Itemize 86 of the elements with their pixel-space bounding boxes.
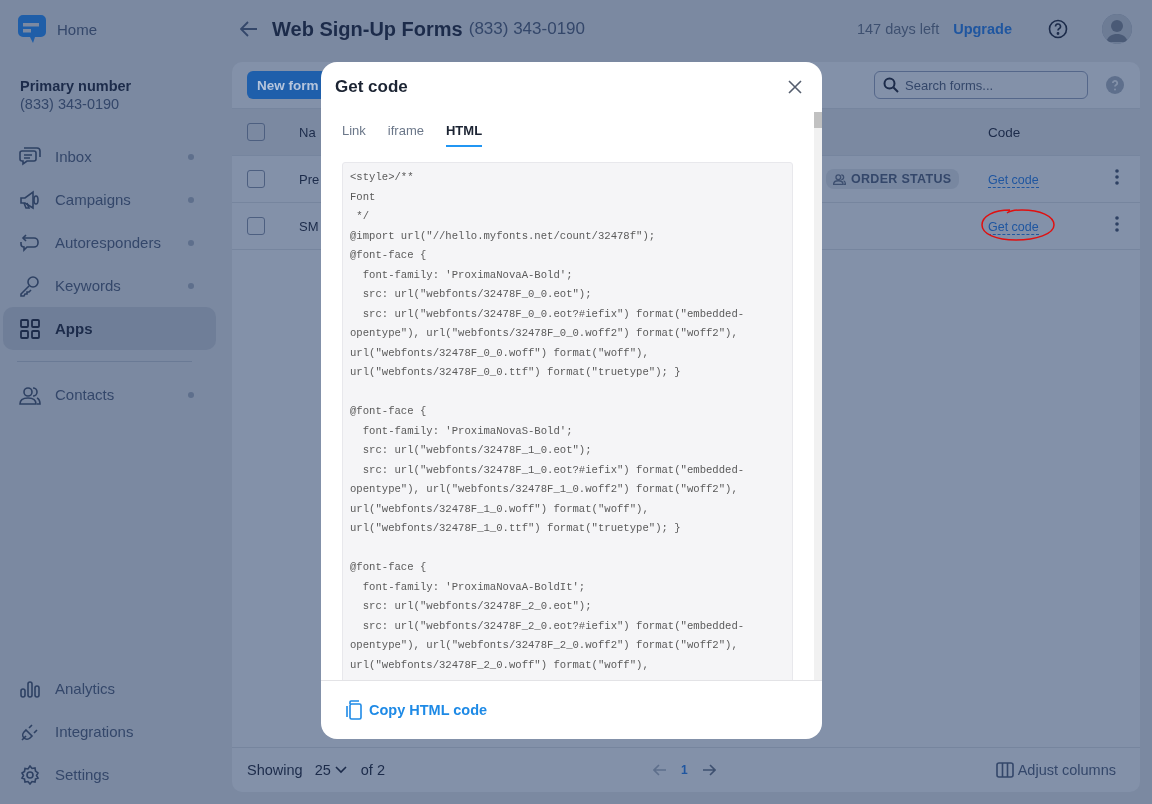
get-code-link[interactable]: Get code (988, 220, 1039, 235)
code-line: url("webfonts/32478F_1_0.ttf") format("truetype"); } (350, 521, 681, 536)
code-line: url("webfonts/32478F_0_0.ttf") format("truetype"); } (350, 365, 681, 380)
sidebar-item[interactable]: Integrations (3, 710, 216, 753)
sidebar-item[interactable]: Analytics (3, 667, 216, 710)
trial-days-left: 147 days left (856, 21, 940, 37)
loop-arrow-icon (19, 232, 41, 253)
home-link[interactable]: Home (57, 20, 97, 38)
code-line: opentype"), url("webfonts/32478F_1_0.woff2") format("woff2"), (350, 482, 738, 497)
total-label: of 2 (360, 762, 385, 778)
code-line: src: url("webfonts/32478F_2_0.eot"); (361, 599, 592, 614)
grid-icon (19, 318, 41, 339)
code-line: font-family: 'ProximaNovaS-Bold'; (361, 423, 573, 439)
columns-icon (995, 762, 1014, 778)
sidebar-item[interactable]: Keywords (3, 264, 216, 307)
code-line: @font-face { (350, 560, 427, 575)
more-icon[interactable] (1115, 216, 1119, 232)
chevron-down-icon (334, 766, 347, 774)
bar-chart-icon (19, 679, 41, 698)
code-line: url("webfonts/32478F_0_0.woff") format("woff"), (350, 345, 649, 361)
column-header: Code (988, 125, 1021, 140)
copy-icon (346, 700, 363, 720)
code-line: font-family: 'ProximaNovaA-Bold'; (361, 267, 573, 283)
code-line: url("webfonts/32478F_2_0.woff") format("woff"), (350, 657, 649, 673)
sidebar-item[interactable]: Apps (3, 307, 216, 350)
scrollbar-thumb[interactable] (814, 112, 822, 128)
sidebar-item[interactable]: Contacts (3, 373, 216, 416)
checkbox[interactable] (247, 123, 265, 141)
tab[interactable]: HTML (446, 116, 483, 147)
page-title: Web Sign-Up Forms (272, 17, 463, 41)
get-code-link[interactable]: Get code (988, 173, 1039, 188)
code-line: @import url("//hello.myfonts.net/count/32478f"); (350, 228, 656, 244)
column-header: Na (299, 125, 316, 140)
form-name: Pre (299, 172, 320, 187)
dialog-title: Get code (335, 77, 409, 97)
code-line: opentype"), url("webfonts/32478F_0_0.woff2") format("woff2"), (350, 326, 738, 341)
copy-html-code-button[interactable]: Copy HTML code (346, 700, 488, 720)
sidebar-item[interactable]: Autoresponders (3, 221, 216, 264)
code-line: url("webfonts/32478F_1_0.woff") format("woff"), (350, 501, 649, 517)
showing-label: Showing (247, 762, 303, 778)
adjust-columns-button[interactable]: Adjust columns (995, 762, 1116, 778)
code-line: src: url("webfonts/32478F_2_0.eot?#iefix") format("embedded- (361, 618, 745, 634)
next-page-icon[interactable] (701, 764, 716, 776)
settings-icon (19, 764, 41, 785)
chat-icon (19, 146, 41, 167)
form-name: SM (299, 219, 319, 234)
code-line: src: url("webfonts/32478F_1_0.eot?#iefix") format("embedded- (361, 462, 745, 478)
checkbox[interactable] (247, 170, 265, 188)
code-line: @font-face { (350, 248, 427, 263)
plug-icon (19, 721, 41, 742)
search-icon (883, 77, 899, 93)
logo-icon[interactable] (17, 14, 47, 44)
tag: ORDER STATUS (826, 169, 960, 189)
code-line: opentype"), url("webfonts/32478F_2_0.woff2") format("woff2"), (350, 638, 738, 653)
tab[interactable]: iframe (387, 116, 424, 147)
primary-number-label: Primary number (20, 78, 133, 94)
close-icon[interactable] (788, 80, 802, 94)
code-line: font-family: 'ProximaNovaA-BoldIt'; (361, 579, 586, 595)
phone-number: (833) 343-0190 (468, 19, 585, 39)
help-icon[interactable] (1048, 19, 1068, 39)
code-line: Font (350, 189, 376, 205)
code-line: src: url("webfonts/32478F_1_0.eot"); (361, 443, 592, 458)
upgrade-link[interactable]: Upgrade (953, 21, 1012, 37)
sidebar-item[interactable]: Campaigns (3, 178, 216, 221)
page-number[interactable]: 1 (680, 763, 688, 777)
checkbox[interactable] (247, 217, 265, 235)
code-line: src: url("webfonts/32478F_0_0.eot?#iefix") format("embedded- (361, 306, 745, 322)
tab[interactable]: Link (342, 116, 366, 147)
scrollbar[interactable] (814, 112, 822, 680)
key-icon (19, 274, 41, 297)
back-arrow-icon[interactable] (240, 21, 258, 37)
page-size-select[interactable]: 25 (314, 762, 347, 778)
code-line: @font-face { (350, 404, 427, 419)
more-icon[interactable] (1115, 169, 1119, 185)
megaphone-icon (19, 189, 41, 210)
code-line: src: url("webfonts/32478F_0_0.eot"); (361, 287, 592, 302)
primary-number: (833) 343-0190 (20, 96, 121, 112)
contacts-icon (19, 384, 41, 405)
search-field[interactable]: Search forms... (874, 71, 1088, 99)
contacts-icon (833, 173, 846, 185)
code-line: <style>/** (350, 170, 414, 185)
avatar-icon[interactable] (1102, 14, 1132, 44)
sidebar-item[interactable]: Settings (3, 753, 216, 796)
sidebar-item[interactable]: Inbox (3, 135, 216, 178)
code-line: */ (355, 209, 370, 224)
previous-page-icon[interactable] (652, 764, 667, 776)
